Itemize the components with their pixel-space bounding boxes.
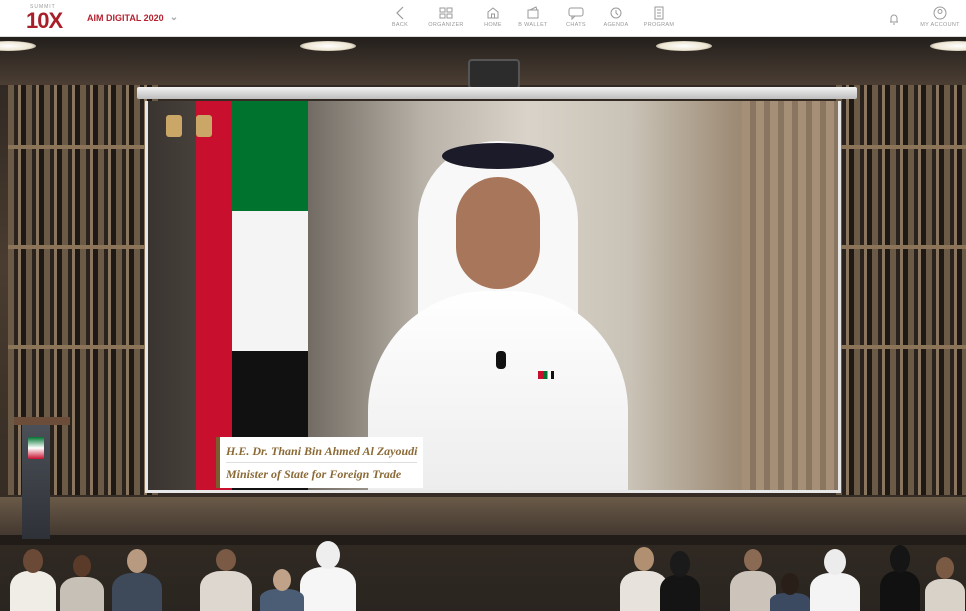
microphone-icon (496, 351, 506, 369)
nav-label: BACK (391, 22, 409, 28)
audience-member (660, 551, 700, 611)
nav-label: ORGANIZER (428, 22, 464, 28)
home-icon (486, 4, 500, 22)
right-wood-panel (836, 85, 966, 495)
account-label: MY ACCOUNT (920, 22, 960, 28)
bell-icon (889, 10, 899, 28)
main-nav: BACK ORGANIZER HOME B WALLET CHATS AGEND… (384, 4, 682, 34)
nav-program[interactable]: PROGRAM (636, 4, 682, 34)
audience-member (112, 549, 162, 611)
audience-member (925, 557, 965, 611)
audience-member (200, 549, 252, 611)
audience-member (770, 573, 810, 611)
podium (14, 417, 70, 539)
stage-edge (0, 535, 966, 545)
projection-screen-bar (137, 87, 857, 99)
speaker-title: Minister of State for Foreign Trade (226, 462, 418, 485)
nav-label: AGENDA (603, 22, 629, 28)
podium-logo (28, 437, 44, 459)
speaker-name: H.E. Dr. Thani Bin Ahmed Al Zayoudi (226, 444, 418, 458)
audience-member (810, 549, 860, 611)
header-right: MY ACCOUNT (884, 4, 962, 40)
notifications-button[interactable] (884, 10, 904, 40)
ceiling-light (656, 41, 712, 51)
logo-big-text: 10X (26, 8, 63, 33)
chat-icon (568, 4, 584, 22)
ministry-emblem (166, 115, 236, 149)
nav-agenda[interactable]: AGENDA (596, 4, 636, 34)
audience-member (880, 545, 920, 611)
video-screen[interactable]: H.E. Dr. Thani Bin Ahmed Al Zayoudi Mini… (145, 101, 841, 493)
nav-label: CHATS (566, 22, 586, 28)
ceiling-light (300, 41, 356, 51)
audience-member (300, 541, 356, 611)
nav-chats[interactable]: CHATS (556, 4, 596, 34)
audience (0, 541, 966, 611)
chevron-left-icon (395, 4, 405, 22)
nav-b-wallet[interactable]: B WALLET (510, 4, 556, 34)
program-icon (653, 4, 665, 22)
chevron-down-icon: ⌄ (169, 12, 179, 23)
grid-icon (439, 4, 453, 22)
nav-label: B WALLET (518, 22, 548, 28)
auditorium-scene: H.E. Dr. Thani Bin Ahmed Al Zayoudi Mini… (0, 37, 966, 611)
event-selector[interactable]: AIM DIGITAL 2020 ⌄ (87, 12, 178, 23)
flag-pin (538, 371, 554, 379)
wallet-icon (526, 4, 540, 22)
nav-home[interactable]: HOME (476, 4, 510, 34)
audience-member (10, 549, 56, 611)
nav-organizer[interactable]: ORGANIZER (416, 4, 476, 34)
nav-label: HOME (484, 22, 502, 28)
audience-member (60, 555, 104, 611)
top-navigation-bar: SUMMIT 10X AIM DIGITAL 2020 ⌄ BACK ORGAN… (0, 0, 966, 37)
summit-logo[interactable]: SUMMIT 10X (26, 4, 66, 34)
audience-member (260, 569, 304, 611)
speaker-caption: H.E. Dr. Thani Bin Ahmed Al Zayoudi Mini… (216, 437, 424, 488)
account-icon (933, 4, 947, 22)
agenda-icon (610, 4, 622, 22)
my-account-button[interactable]: MY ACCOUNT (918, 4, 962, 34)
curtain (742, 101, 838, 490)
nav-label: PROGRAM (643, 22, 675, 28)
projector (468, 59, 520, 89)
uae-flag (196, 101, 308, 490)
event-name: AIM DIGITAL 2020 (87, 12, 164, 23)
nav-back[interactable]: BACK (384, 4, 416, 34)
